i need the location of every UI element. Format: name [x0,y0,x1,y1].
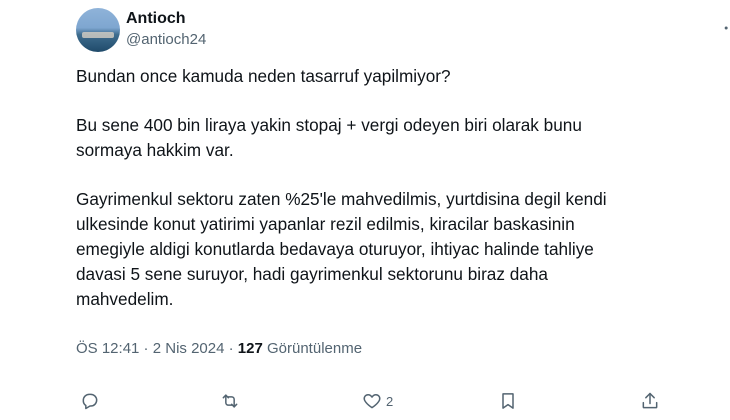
reply-button[interactable] [80,388,100,414]
tweet-time[interactable]: ÖS 12:41 [76,340,139,357]
meta-separator: · [139,340,153,357]
views-count: 127 [237,340,263,357]
avatar[interactable] [76,8,120,52]
reply-icon [82,393,98,410]
share-icon [642,392,658,409]
tweet-text: Bundan once kamuda neden tasarruf yapilm… [76,64,676,336]
share-button[interactable] [640,388,660,414]
bookmark-icon [502,393,514,409]
action-bar: 2 [80,388,670,414]
tweet-card: Antioch @antioch24 Bundan once kamuda ne… [0,0,730,420]
retweet-icon [222,394,238,408]
tweet-paragraph-2: Bu sene 400 bin liraya yakin stopaj + ve… [76,115,582,160]
like-button[interactable]: 2 [362,388,393,414]
author-handle[interactable]: @antioch24 [126,31,206,48]
more-icon[interactable] [720,16,730,40]
tweet-meta: ÖS 12:41 · 2 Nis 2024 · 127 Görüntülenme [76,340,362,357]
views-label: Görüntülenme [262,340,363,357]
tweet-header: Antioch @antioch24 [76,6,728,56]
tweet-paragraph-1: Bundan once kamuda neden tasarruf yapilm… [76,66,451,86]
author-name[interactable]: Antioch [126,10,186,28]
heart-icon [363,394,381,409]
tweet-paragraph-3: Gayrimenkul sektoru zaten %25'le mahvedi… [76,189,607,309]
bookmark-button[interactable] [498,388,518,414]
meta-separator: · [224,340,238,357]
tweet-date[interactable]: 2 Nis 2024 [153,340,225,357]
retweet-button[interactable] [220,388,240,414]
like-count: 2 [386,393,394,409]
